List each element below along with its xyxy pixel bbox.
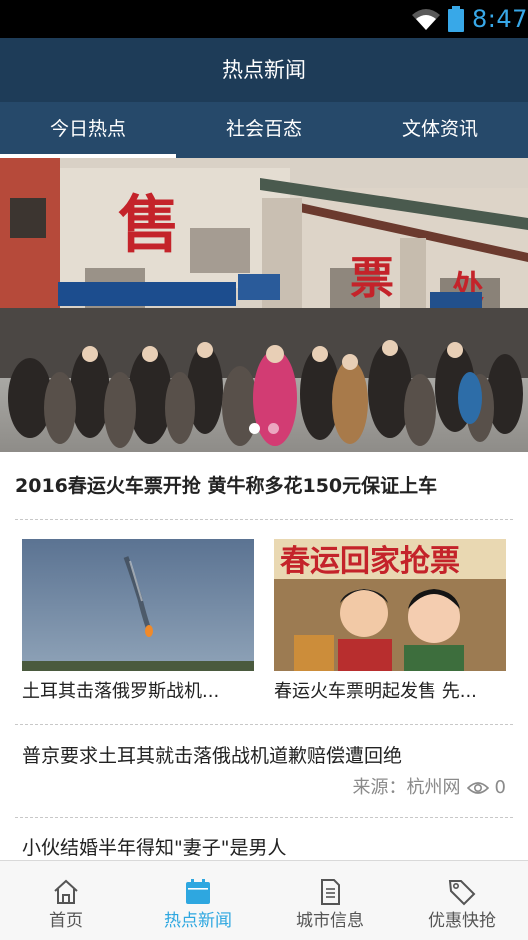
battery-icon — [448, 6, 464, 32]
nav-city-info[interactable]: 城市信息 — [264, 861, 396, 940]
divider — [15, 519, 513, 520]
banner-pagination — [0, 423, 528, 434]
news-item-title[interactable]: 普京要求土耳其就击落俄战机道歉赔偿遭回绝 — [22, 740, 512, 772]
image-news-caption: 春运火车票明起发售 先... — [274, 681, 477, 702]
page-title: 热点新闻 — [0, 38, 528, 102]
wifi-icon — [412, 9, 440, 30]
image-news-caption: 土耳其击落俄罗斯战机... — [22, 681, 220, 702]
news-item-meta: 来源：杭州网 0 — [353, 774, 506, 802]
bottom-nav: 首页 热点新闻 城市信息 优惠快抢 — [0, 860, 528, 940]
nav-label: 热点新闻 — [164, 911, 232, 931]
category-tabs: 今日热点 社会百态 文体资讯 — [0, 102, 528, 158]
nav-home[interactable]: 首页 — [0, 861, 132, 940]
news-thumbnail-jet — [22, 539, 254, 671]
tab-society[interactable]: 社会百态 — [176, 102, 352, 158]
pagination-dot-1[interactable] — [249, 423, 260, 434]
image-news-card-2[interactable]: 春运回家抢票 春运火车票明起发售 先... — [274, 539, 506, 707]
news-thumbnail-poster: 春运回家抢票 — [274, 539, 506, 671]
nav-label: 首页 — [49, 911, 83, 931]
home-icon — [54, 879, 78, 904]
nav-label: 城市信息 — [296, 911, 364, 931]
image-news-grid: 土耳其击落俄罗斯战机... 春运回家抢票 春运火车票明起发售 先... — [22, 539, 506, 709]
view-count: 0 — [494, 777, 506, 798]
banner-sign-char-2: 票 — [350, 253, 394, 304]
nav-hot-news[interactable]: 热点新闻 — [132, 861, 264, 940]
document-icon — [321, 879, 340, 905]
poster-text: 春运回家抢票 — [280, 544, 460, 579]
nav-deals[interactable]: 优惠快抢 — [396, 861, 528, 940]
headline-title[interactable]: 2016春运火车票开抢 黄牛称多花150元保证上车 — [15, 470, 515, 502]
feature-banner[interactable]: 售 票 处 — [0, 158, 528, 452]
tab-today-hot[interactable]: 今日热点 — [0, 102, 176, 158]
calendar-icon — [186, 879, 210, 904]
app-screen: 8:47 热点新闻 今日热点 社会百态 文体资讯 售 票 处 2016春运火车票… — [0, 0, 528, 940]
news-source: 来源：杭州网 — [352, 777, 461, 798]
divider — [15, 817, 513, 818]
divider — [15, 724, 513, 725]
banner-image: 售 票 处 — [0, 158, 528, 452]
tag-icon — [448, 880, 476, 906]
status-time: 8:47 — [472, 5, 528, 33]
banner-sign-char-1: 售 — [118, 188, 180, 261]
image-news-card-1[interactable]: 土耳其击落俄罗斯战机... — [22, 539, 254, 707]
status-bar: 8:47 — [0, 0, 528, 38]
tab-culture-sports[interactable]: 文体资讯 — [352, 102, 528, 158]
pagination-dot-2[interactable] — [268, 423, 279, 434]
eye-icon — [466, 782, 489, 794]
nav-label: 优惠快抢 — [428, 911, 496, 931]
